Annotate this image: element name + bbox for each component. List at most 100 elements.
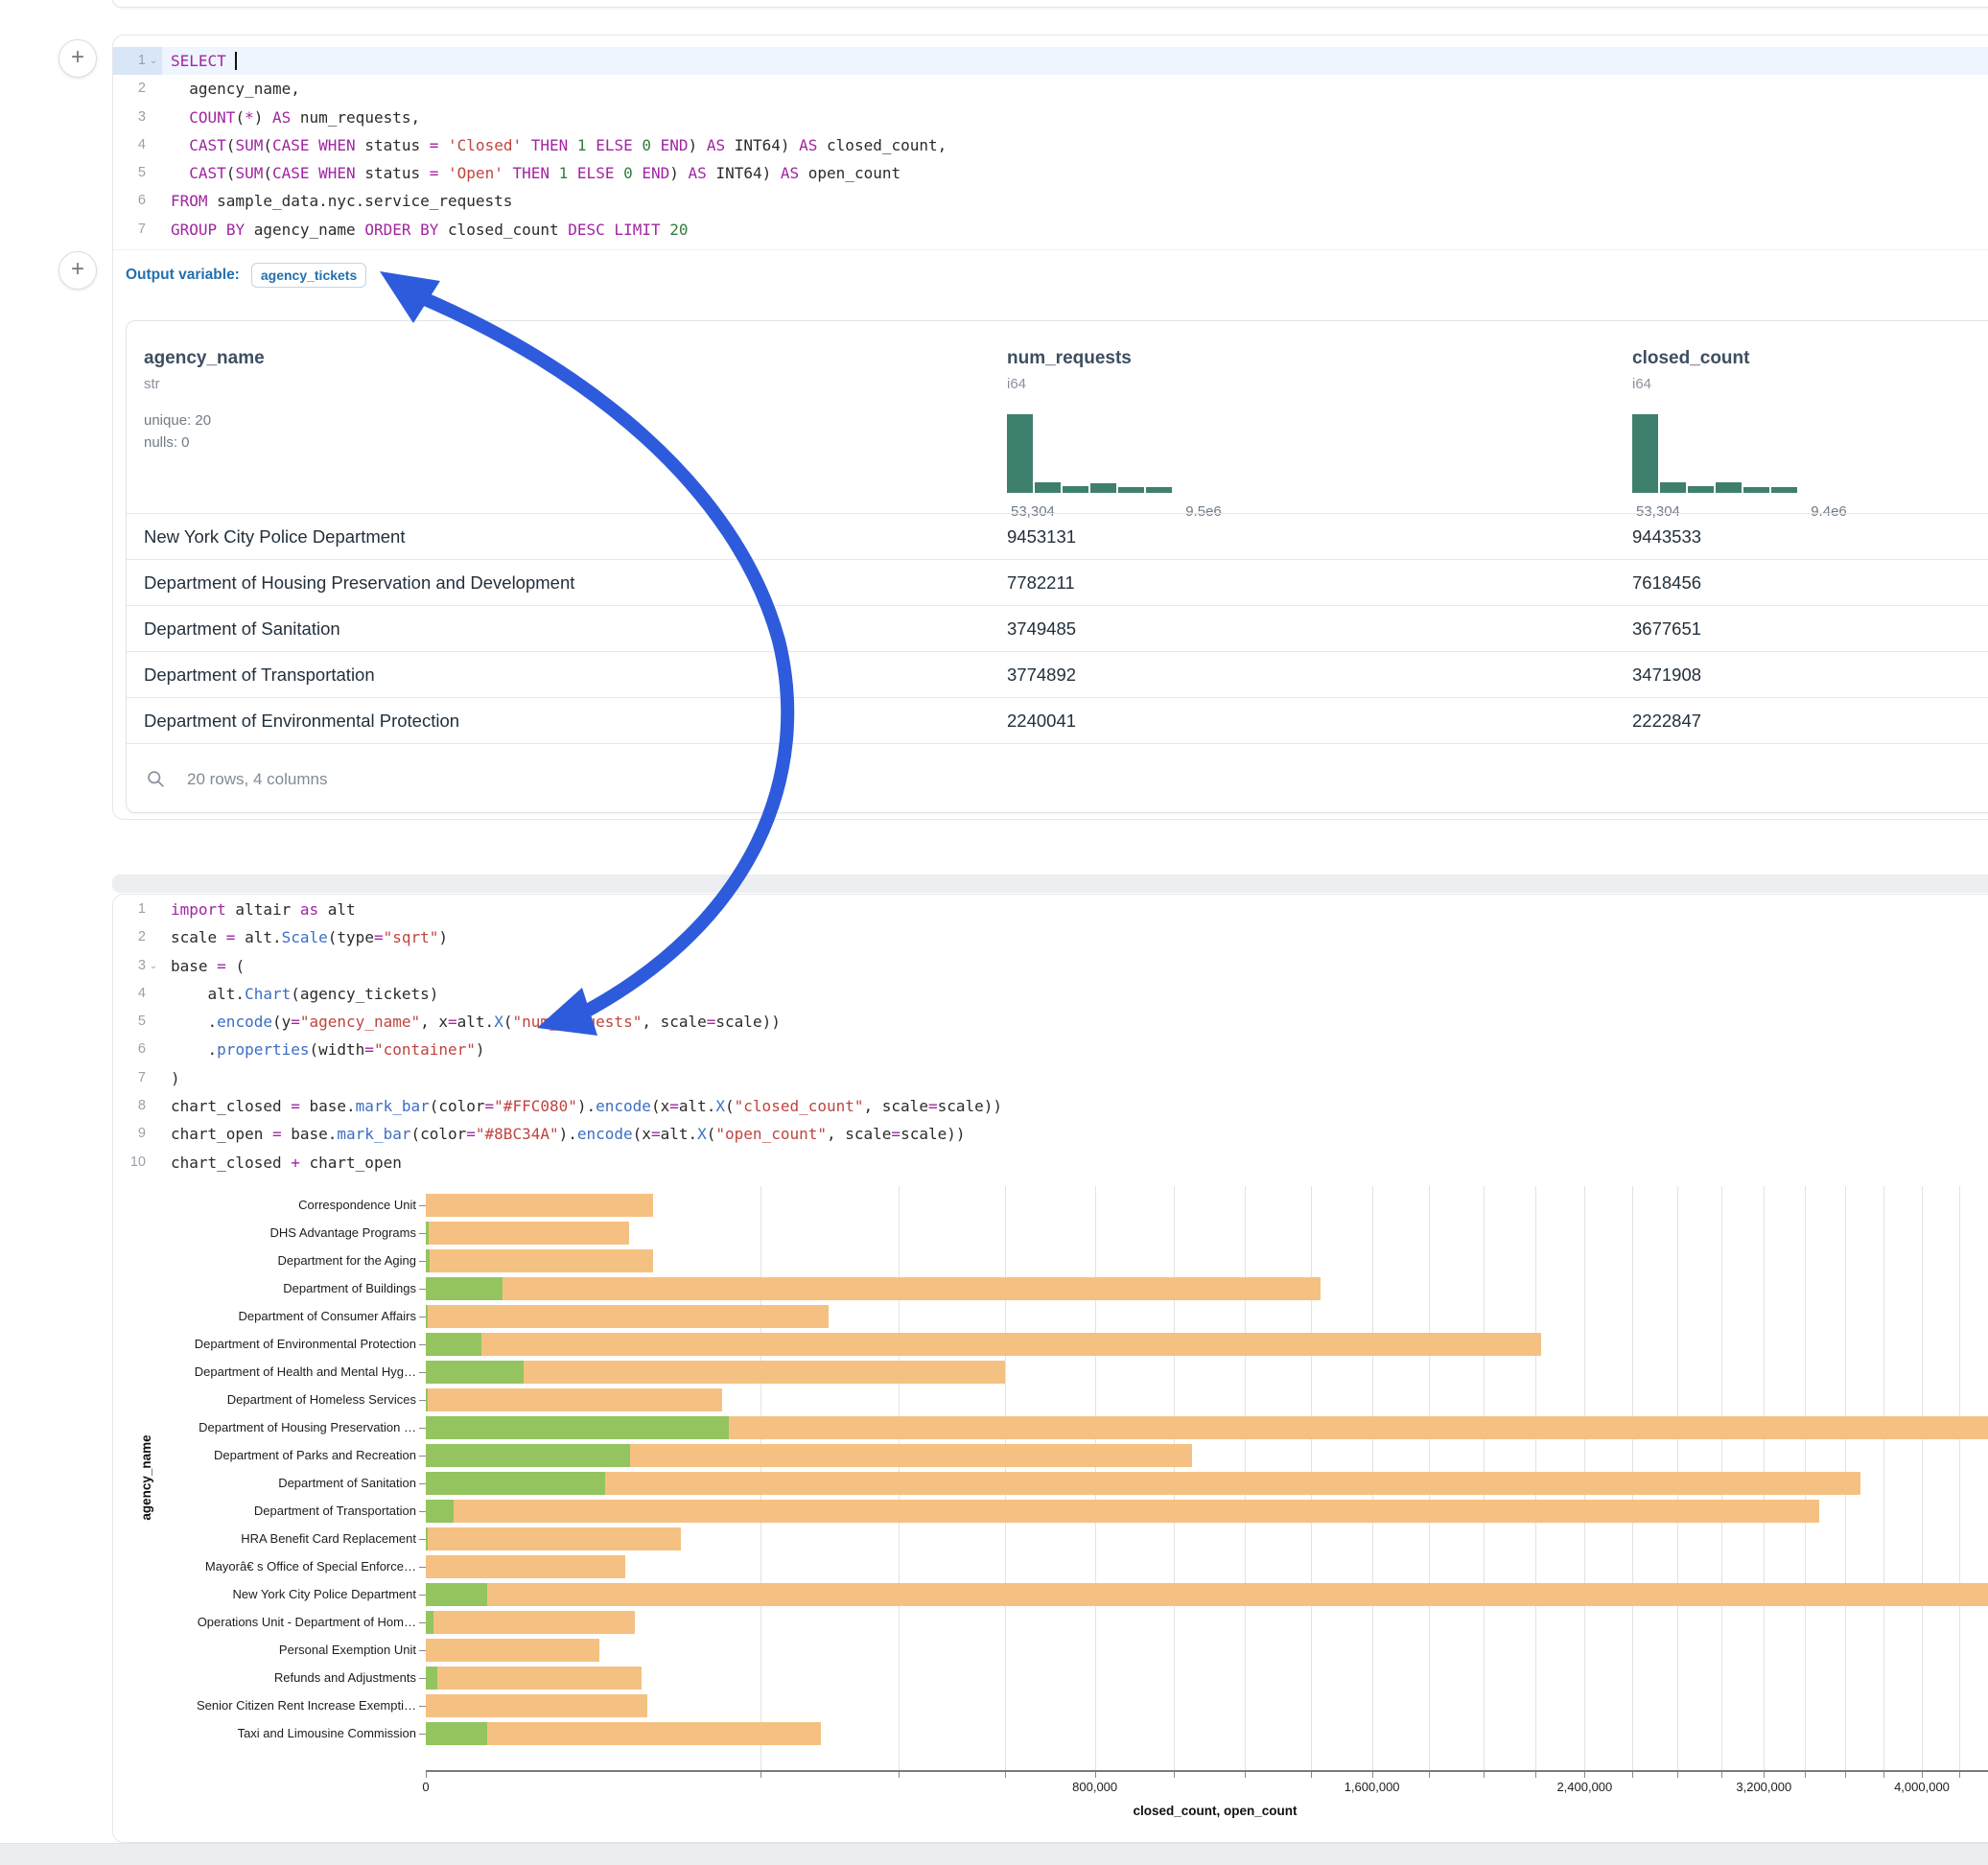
sql-code-editor[interactable]: 1⌄SELECT 2 agency_name,3 COUNT(*) AS num…: [113, 35, 1988, 244]
table-cell: 3774892: [1007, 652, 1076, 698]
y-axis-tick: [419, 1372, 426, 1373]
y-axis-tick: [419, 1678, 426, 1679]
code-line: 9chart_open = base.mark_bar(color="#8BC3…: [113, 1120, 1988, 1148]
table-cell: 7782211: [1007, 560, 1075, 606]
chart-bar-open[interactable]: [426, 1611, 433, 1634]
chart-bar-open[interactable]: [426, 1277, 503, 1300]
gridline: [1959, 1186, 1960, 1770]
code-line: 6FROM sample_data.nyc.service_requests: [113, 187, 1988, 215]
y-axis-tick: [419, 1428, 426, 1429]
search-icon[interactable]: [146, 769, 166, 789]
chart-bar-open[interactable]: [426, 1527, 428, 1550]
previous-cell-edge: [112, 0, 1988, 8]
x-axis-tick: [1311, 1772, 1312, 1778]
x-axis-tick: [1095, 1772, 1096, 1778]
chart-bar-closed[interactable]: [426, 1222, 629, 1245]
y-axis-label: DHS Advantage Programs: [119, 1225, 416, 1241]
collapse-chevron-icon[interactable]: ⌄: [148, 952, 159, 980]
chart-bar-open[interactable]: [426, 1333, 481, 1356]
y-axis-label: Personal Exemption Unit: [119, 1643, 416, 1658]
chart-bar-open[interactable]: [426, 1361, 524, 1384]
chart-bar-closed[interactable]: [426, 1333, 1541, 1356]
x-axis-tick: [1535, 1772, 1536, 1778]
chart-bar-closed[interactable]: [426, 1249, 653, 1272]
y-axis-tick: [419, 1567, 426, 1568]
chart-bar-closed[interactable]: [426, 1194, 653, 1217]
add-cell-button-top[interactable]: +: [58, 39, 97, 78]
chart-bar-closed[interactable]: [426, 1667, 642, 1690]
line-number: 8: [138, 1092, 146, 1120]
chart-bar-open[interactable]: [426, 1388, 428, 1411]
python-code-editor[interactable]: 1import altair as alt2scale = alt.Scale(…: [113, 895, 1988, 1177]
chart-bar-closed[interactable]: [426, 1639, 599, 1662]
chart-bar-open[interactable]: [426, 1472, 605, 1495]
line-number: 6: [138, 1036, 146, 1063]
column-header-num_requests[interactable]: num_requestsi64: [1007, 321, 1132, 392]
table-cell: 3749485: [1007, 606, 1076, 652]
chart-bar-closed[interactable]: [426, 1527, 681, 1550]
x-axis-tick: [899, 1772, 900, 1778]
chart-bar-closed[interactable]: [426, 1583, 1988, 1606]
chart-bar-open[interactable]: [426, 1667, 437, 1690]
python-cell: 1import altair as alt2scale = alt.Scale(…: [112, 894, 1988, 1843]
column-header-closed_count[interactable]: closed_counti64: [1632, 321, 1749, 392]
code-line: 5 CAST(SUM(CASE WHEN status = 'Open' THE…: [113, 159, 1988, 187]
chart-bar-closed[interactable]: [426, 1611, 635, 1634]
y-axis-tick: [419, 1233, 426, 1234]
x-axis-tick: [1584, 1772, 1585, 1778]
y-axis-label: New York City Police Department: [119, 1587, 416, 1602]
table-row: Department of Transportation377489234719…: [127, 651, 1988, 698]
line-number: 4: [138, 131, 146, 159]
chart-bar-closed[interactable]: [426, 1388, 722, 1411]
add-cell-button-output[interactable]: +: [58, 251, 97, 290]
x-axis-tick: [1845, 1772, 1846, 1778]
x-axis-tick: [426, 1772, 427, 1778]
chart-bar-open[interactable]: [426, 1722, 487, 1745]
y-axis-tick: [419, 1456, 426, 1457]
chart-bar-closed[interactable]: [426, 1277, 1321, 1300]
histogram-bar: [1632, 414, 1658, 493]
table-cell: Department of Housing Preservation and D…: [144, 560, 574, 606]
chart-bar-open[interactable]: [426, 1305, 428, 1328]
table-row: Department of Housing Preservation and D…: [127, 559, 1988, 606]
output-variable-chip[interactable]: agency_tickets: [251, 263, 366, 288]
y-axis-tick: [419, 1734, 426, 1735]
x-axis-tick: [1959, 1772, 1960, 1778]
y-axis-label: Operations Unit - Department of Hom…: [119, 1615, 416, 1630]
code-line: 4 CAST(SUM(CASE WHEN status = 'Closed' T…: [113, 131, 1988, 159]
line-number: 6: [138, 187, 146, 215]
chart-bar-open[interactable]: [426, 1444, 630, 1467]
chart-bar-open[interactable]: [426, 1500, 454, 1523]
table-cell: 2240041: [1007, 698, 1076, 744]
x-axis-tick: [1764, 1772, 1765, 1778]
chart-bar-closed[interactable]: [426, 1555, 625, 1578]
chart-bar-closed[interactable]: [426, 1694, 647, 1717]
column-histogram: [1632, 414, 1797, 493]
x-axis-tick-label: 0: [373, 1780, 479, 1794]
text-cursor: [235, 52, 237, 70]
chart-bar-open[interactable]: [426, 1222, 429, 1245]
y-axis-label: Department of Environmental Protection: [119, 1337, 416, 1352]
cell-gap-divider[interactable]: [112, 874, 1988, 893]
column-header-agency_name[interactable]: agency_namestrunique: 20nulls: 0: [144, 321, 265, 454]
x-axis-line: [426, 1770, 1988, 1772]
collapse-chevron-icon[interactable]: ⌄: [148, 47, 159, 75]
histogram-bar: [1007, 414, 1033, 493]
line-number: 3: [138, 104, 146, 131]
code-line: 1import altair as alt: [113, 896, 1988, 923]
table-row: Department of Environmental Protection22…: [127, 697, 1988, 744]
line-number: 7: [138, 1064, 146, 1092]
chart-bar-closed[interactable]: [426, 1500, 1819, 1523]
y-axis-label: Department of Buildings: [119, 1281, 416, 1296]
output-variable-row: Output variable: agency_tickets: [126, 260, 366, 291]
chart-bar-closed[interactable]: [426, 1305, 829, 1328]
table-cell: Department of Transportation: [144, 652, 375, 698]
chart-bar-open[interactable]: [426, 1416, 729, 1439]
chart-bar-open[interactable]: [426, 1249, 430, 1272]
chart-bar-open[interactable]: [426, 1583, 487, 1606]
y-axis-label: Department of Transportation: [119, 1504, 416, 1519]
y-axis-label: Mayorâ€ s Office of Special Enforce…: [119, 1559, 416, 1574]
y-axis-tick: [419, 1539, 426, 1540]
chart-bar-closed[interactable]: [426, 1472, 1860, 1495]
y-axis-tick: [419, 1400, 426, 1401]
